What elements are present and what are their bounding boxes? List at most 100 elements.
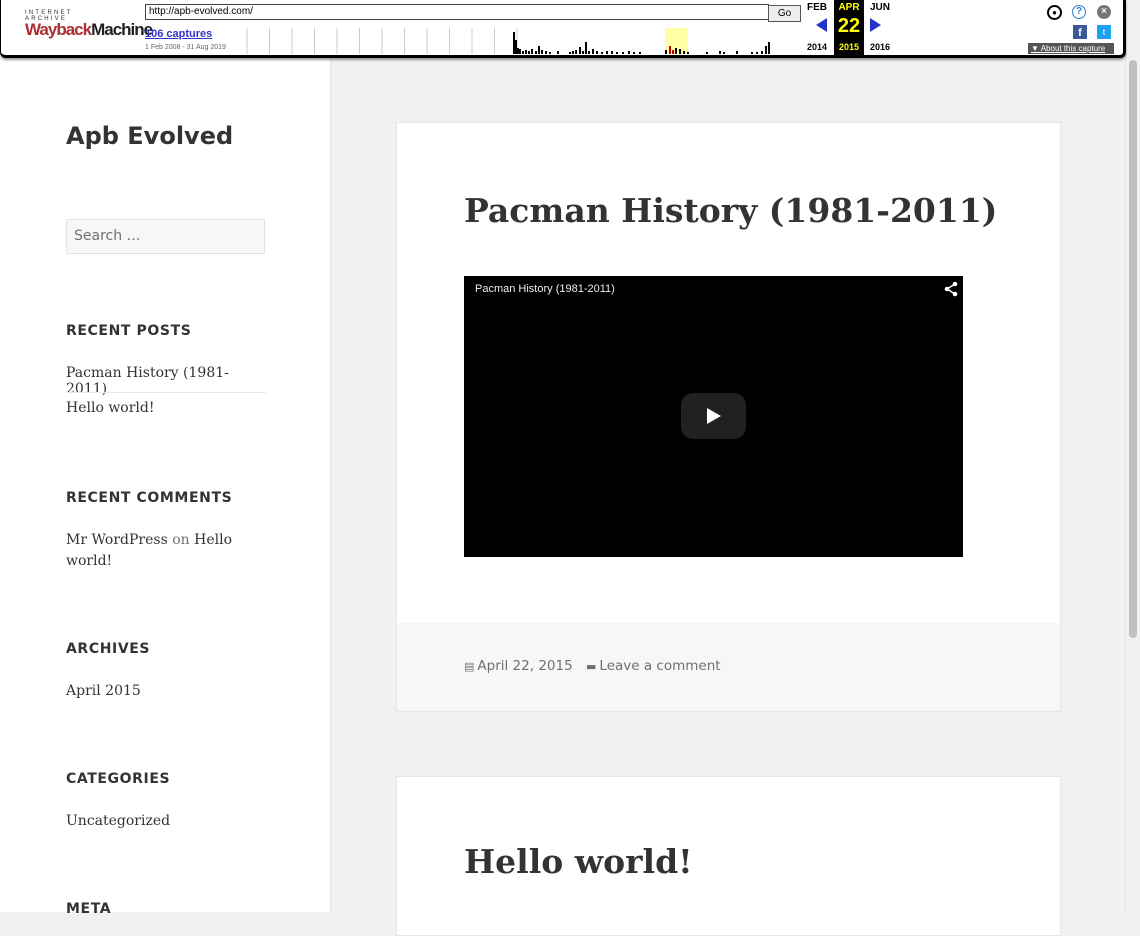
capture-bar (665, 50, 667, 54)
capture-bar (611, 51, 613, 54)
post-title[interactable]: Pacman History (1981-2011) (464, 191, 997, 230)
capture-bar (736, 51, 738, 54)
video-embed[interactable]: Pacman History (1981-2011) (464, 276, 963, 557)
wayback-toolbar: INTERNET ARCHIVE WaybackMachine http://a… (0, 0, 1126, 58)
post-card: Hello world! (396, 776, 1061, 936)
go-button[interactable]: Go (768, 5, 801, 22)
share-icon[interactable] (943, 281, 959, 297)
capture-bar (519, 49, 521, 54)
twitter-icon[interactable]: t (1097, 25, 1111, 39)
facebook-icon[interactable]: f (1073, 25, 1087, 39)
scrollbar-thumb[interactable] (1129, 60, 1137, 638)
capture-bar (545, 51, 547, 54)
capture-bar (633, 52, 635, 54)
capture-bar (675, 48, 677, 54)
prev-year[interactable]: 2014 (802, 42, 832, 52)
recent-comments-heading: RECENT COMMENTS (66, 490, 233, 506)
capture-bar (579, 47, 581, 54)
leave-comment-text: Leave a comment (599, 658, 721, 674)
capture-bar (765, 46, 767, 54)
logo-wayback-machine-text: WaybackMachine (25, 20, 153, 39)
capture-bar (706, 52, 708, 54)
capture-bar (761, 51, 763, 54)
capture-bar (541, 50, 543, 54)
capture-bar (639, 52, 641, 54)
capture-bar (768, 42, 770, 54)
comment-author-link[interactable]: Mr WordPress (66, 532, 168, 548)
user-icon[interactable]: ● (1047, 5, 1062, 20)
url-input[interactable]: http://apb-evolved.com/ (145, 4, 769, 20)
capture-bar (582, 51, 584, 54)
capture-bar (572, 51, 574, 54)
capture-bar (672, 50, 674, 54)
capture-bar (513, 32, 515, 54)
capture-bar (606, 51, 608, 54)
divider (66, 392, 266, 393)
next-year[interactable]: 2016 (865, 42, 895, 52)
categories-heading: CATEGORIES (66, 771, 171, 787)
about-capture-link[interactable]: ▼ About this capture (1028, 43, 1114, 54)
post-date-link[interactable]: ▤ April 22, 2015 (464, 658, 573, 674)
sidebar: Apb Evolved Search … RECENT POSTS Pacman… (0, 0, 331, 917)
post-card: Pacman History (1981-2011) Pacman Histor… (396, 122, 1061, 712)
capture-bar (679, 49, 681, 54)
current-day: 22 (837, 15, 861, 37)
capture-bar (535, 51, 537, 54)
recent-posts-heading: RECENT POSTS (66, 323, 192, 339)
help-icon[interactable]: ? (1072, 5, 1086, 19)
capture-bar (669, 46, 671, 54)
capture-bar (528, 51, 530, 54)
post-title[interactable]: Hello world! (464, 842, 693, 881)
captures-link[interactable]: 106 captures (145, 28, 212, 40)
comment-on-text: on (172, 532, 190, 548)
next-capture-arrow-icon[interactable] (870, 18, 881, 32)
capture-bar (751, 52, 753, 54)
capture-range: 1 Feb 2008 - 31 Aug 2019 (145, 44, 226, 51)
play-button[interactable] (681, 393, 746, 439)
capture-bar (628, 51, 630, 54)
capture-bar (683, 51, 685, 54)
play-icon (707, 408, 721, 424)
capture-bar (585, 42, 587, 54)
capture-bar (596, 51, 598, 54)
capture-bar (687, 52, 689, 54)
capture-bar (601, 52, 603, 54)
capture-bar (616, 52, 618, 54)
search-input[interactable]: Search … (66, 219, 265, 254)
site-title[interactable]: Apb Evolved (66, 122, 233, 150)
wayback-logo[interactable]: INTERNET ARCHIVE WaybackMachine (21, 8, 153, 46)
capture-bar (531, 49, 533, 54)
capture-bar (517, 48, 519, 54)
next-month[interactable]: JUN (865, 2, 895, 13)
capture-bar (525, 50, 527, 54)
capture-bar (592, 49, 594, 54)
close-icon[interactable]: × (1097, 5, 1111, 19)
capture-bar (515, 40, 517, 54)
video-title[interactable]: Pacman History (1981-2011) (475, 283, 615, 295)
post-date-text: April 22, 2015 (477, 658, 573, 674)
capture-bar (549, 52, 551, 54)
leave-comment-link[interactable]: ▬ Leave a comment (586, 658, 721, 674)
archive-link-april-2015[interactable]: April 2015 (66, 683, 266, 699)
capture-bar (588, 51, 590, 54)
prev-month[interactable]: FEB (802, 2, 832, 13)
capture-bar (575, 50, 577, 54)
category-link-uncategorized[interactable]: Uncategorized (66, 813, 266, 829)
capture-bar (522, 51, 524, 54)
capture-bar (557, 51, 559, 54)
meta-heading: META (66, 901, 112, 917)
current-month: APR (838, 2, 860, 13)
recent-post-link-hello[interactable]: Hello world! (66, 400, 266, 416)
capture-bar (723, 52, 725, 54)
capture-sparkline[interactable] (239, 28, 774, 54)
recent-comment-item: Mr WordPress on Hello world! (66, 530, 256, 572)
capture-bar (622, 52, 624, 54)
capture-bar (719, 51, 721, 54)
scrollbar[interactable] (1125, 0, 1140, 912)
archives-heading: ARCHIVES (66, 641, 151, 657)
capture-bar (538, 46, 540, 54)
calendar-icon: ▤ (464, 660, 475, 673)
current-year: 2015 (838, 42, 860, 52)
prev-capture-arrow-icon[interactable] (816, 18, 827, 32)
capture-bar (569, 52, 571, 54)
